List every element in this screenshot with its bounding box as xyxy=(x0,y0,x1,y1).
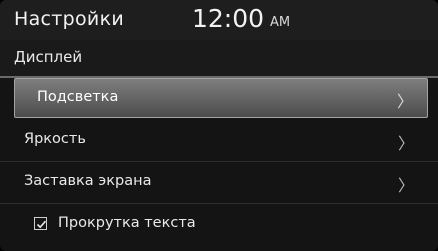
display-settings-screen: Настройки 12:00 AM Дисплей Подсветка 〉 Я… xyxy=(0,0,438,251)
section-header: Дисплей xyxy=(0,40,438,78)
status-header: Настройки 12:00 AM xyxy=(0,0,438,41)
menu-item-text-scroll[interactable]: Прокрутка текста xyxy=(0,204,438,246)
checkbox-checked-icon[interactable] xyxy=(34,217,47,230)
clock-time: 12:00 xyxy=(192,4,265,33)
menu-item-label: Заставка экрана xyxy=(24,173,152,189)
menu-item-label: Яркость xyxy=(24,131,86,147)
menu-item-backlight[interactable]: Подсветка 〉 xyxy=(14,78,428,118)
settings-panel: Настройки 12:00 AM Дисплей Подсветка 〉 Я… xyxy=(0,0,438,251)
menu-item-screensaver[interactable]: Заставка экрана 〉 xyxy=(0,162,438,204)
clock-ampm: AM xyxy=(270,15,291,30)
section-title: Дисплей xyxy=(14,48,83,66)
menu-item-label: Подсветка xyxy=(37,89,119,105)
checkbox-label: Прокрутка текста xyxy=(58,215,196,231)
page-title: Настройки xyxy=(14,8,125,30)
chevron-right-icon: 〉 xyxy=(396,92,413,111)
menu-item-brightness[interactable]: Яркость 〉 xyxy=(0,120,438,162)
chevron-right-icon: 〉 xyxy=(397,176,414,195)
chevron-right-icon: 〉 xyxy=(397,134,414,153)
